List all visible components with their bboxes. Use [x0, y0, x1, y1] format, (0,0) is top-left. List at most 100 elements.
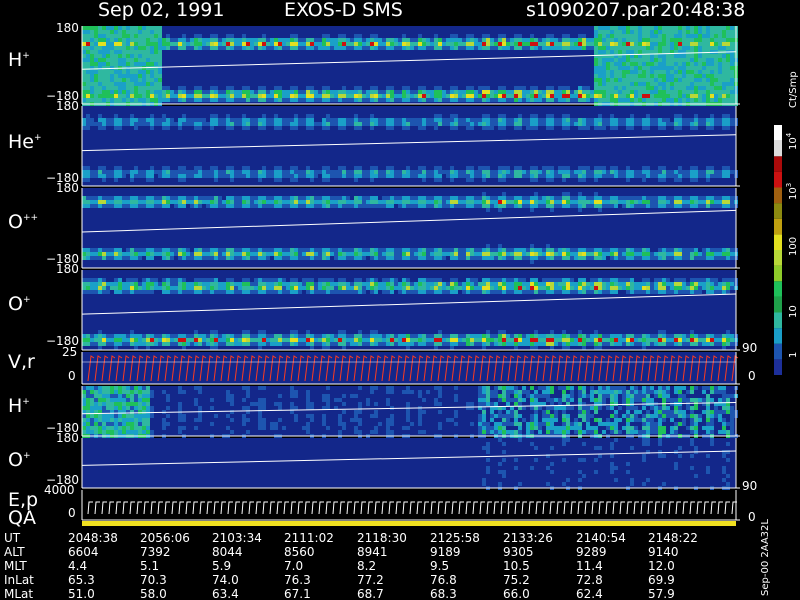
heatmap-cell — [534, 118, 538, 122]
heatmap-cell — [106, 286, 110, 290]
heatmap-cell — [298, 98, 302, 102]
heatmap-cell — [118, 62, 122, 66]
heatmap-cell — [346, 338, 350, 342]
heatmap-cell — [98, 256, 102, 260]
heatmap-cell — [642, 126, 646, 130]
heatmap-cell — [482, 90, 486, 94]
heatmap-cell — [90, 58, 94, 62]
heatmap-cell — [634, 204, 638, 208]
heatmap-cell — [170, 278, 174, 282]
heatmap-cell — [394, 278, 398, 282]
heatmap-cell — [342, 170, 346, 174]
heatmap-cell — [562, 278, 566, 282]
heatmap-cell — [274, 204, 278, 208]
heatmap-cell — [646, 170, 650, 174]
heatmap-cell — [494, 38, 498, 42]
heatmap-cell — [354, 170, 358, 174]
heatmap-cell — [378, 256, 382, 260]
heatmap-cell — [86, 174, 90, 178]
heatmap-cell — [502, 42, 506, 46]
heatmap-cell — [162, 282, 166, 286]
heatmap-cell — [678, 252, 682, 256]
heatmap-cell — [594, 278, 598, 282]
heatmap-cell — [554, 38, 558, 42]
heatmap-cell — [134, 62, 138, 66]
heatmap-cell — [534, 346, 538, 350]
heatmap-cell — [466, 34, 470, 38]
heatmap-cell — [402, 286, 406, 290]
heatmap-cell — [490, 38, 494, 42]
heatmap-cell — [442, 256, 446, 260]
heatmap-cell — [290, 278, 294, 282]
heatmap-cell — [510, 118, 514, 122]
heatmap-cell — [242, 170, 246, 174]
heatmap-cell — [306, 330, 310, 334]
heatmap-cell — [370, 330, 374, 334]
heatmap-cell — [658, 278, 662, 282]
heatmap-cell — [458, 98, 462, 102]
heatmap-cell — [546, 286, 550, 290]
heatmap-cell — [462, 338, 466, 342]
heatmap-cell — [358, 170, 362, 174]
heatmap-cell — [542, 204, 546, 208]
heatmap-cell — [458, 338, 462, 342]
heatmap-cell — [698, 170, 702, 174]
heatmap-cell — [638, 74, 642, 78]
heatmap-cell — [350, 38, 354, 42]
heatmap-cell — [330, 42, 334, 46]
heatmap-cell — [486, 208, 490, 212]
heatmap-cell — [134, 278, 138, 282]
heatmap-cell — [394, 174, 398, 178]
heatmap-cell — [674, 74, 678, 78]
heatmap-cell — [674, 200, 678, 204]
heatmap-cell — [418, 174, 422, 178]
heatmap-cell — [334, 38, 338, 42]
heatmap-cell — [110, 118, 114, 122]
heatmap-cell — [534, 46, 538, 50]
heatmap-cell — [502, 330, 506, 334]
heatmap-cell — [410, 286, 414, 290]
heatmap-cell — [406, 170, 410, 174]
heatmap-cell — [130, 90, 134, 94]
heatmap-cell — [154, 42, 158, 46]
heatmap-cell — [422, 200, 426, 204]
heatmap-cell — [242, 286, 246, 290]
heatmap-cell — [302, 196, 306, 200]
heatmap-cell — [90, 78, 94, 82]
heatmap-cell — [290, 178, 294, 182]
heatmap-cell — [170, 94, 174, 98]
heatmap-cell — [474, 170, 478, 174]
heatmap-cell — [610, 98, 614, 102]
heatmap-cell — [574, 290, 578, 294]
heatmap-cell — [270, 174, 274, 178]
heatmap-cell — [490, 200, 494, 204]
heatmap-cell — [130, 98, 134, 102]
heatmap-cell — [178, 118, 182, 122]
heatmap-cell — [334, 174, 338, 178]
heatmap-cell — [242, 342, 246, 346]
heatmap-cell — [210, 248, 214, 252]
heatmap-cell — [710, 338, 714, 342]
heatmap-cell — [610, 26, 614, 30]
heatmap-cell — [110, 58, 114, 62]
heatmap-cell — [134, 82, 138, 86]
heatmap-cell — [182, 38, 186, 42]
heatmap-cell — [630, 58, 634, 62]
heatmap-cell — [674, 282, 678, 286]
heatmap-cell — [650, 334, 654, 338]
heatmap-cell — [134, 252, 138, 256]
heatmap-cell — [562, 98, 566, 102]
heatmap-cell — [614, 26, 618, 30]
heatmap-cell — [170, 42, 174, 46]
heatmap-cell — [710, 342, 714, 346]
heatmap-cell — [454, 204, 458, 208]
heatmap-cell — [502, 166, 506, 170]
heatmap-cell — [686, 286, 690, 290]
heatmap-cell — [538, 170, 542, 174]
heatmap-cell — [258, 118, 262, 122]
heatmap-cell — [506, 118, 510, 122]
heatmap-cell — [286, 94, 290, 98]
heatmap-cell — [150, 98, 154, 102]
heatmap-cell — [258, 330, 262, 334]
heatmap-cell — [370, 122, 374, 126]
